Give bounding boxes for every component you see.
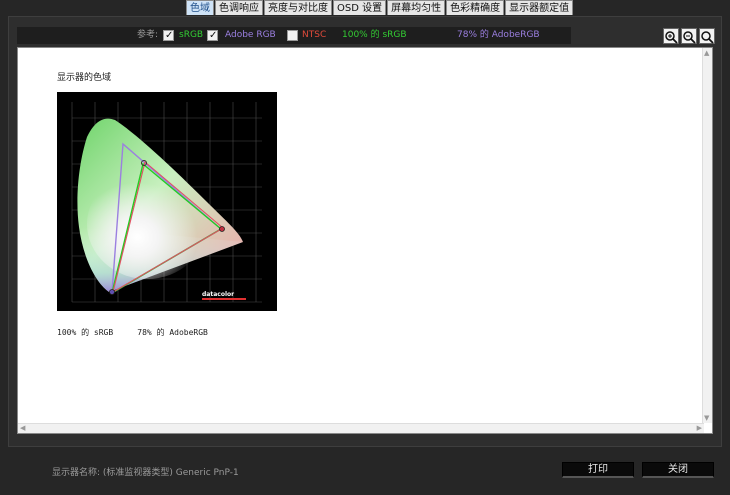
- tab-5[interactable]: 色彩精确度: [446, 0, 505, 15]
- tab-1[interactable]: 色调响应: [215, 0, 263, 15]
- adobergb-checkbox[interactable]: [207, 27, 218, 44]
- adobergb-label: Adobe RGB: [225, 30, 276, 40]
- zoom-out-icon[interactable]: [681, 28, 697, 44]
- red-primary-marker: [219, 226, 225, 232]
- gamut-window: 色域色调响应亮度与对比度OSD 设置屏幕均匀性色彩精确度显示器额定值 参考: s…: [0, 0, 730, 495]
- chart-brand-label: datacolor: [202, 291, 234, 298]
- chart-brand-bar: [202, 298, 246, 300]
- main-panel: 参考: sRGB Adobe RGB NTSC 100% 的 sRGB 78% …: [8, 16, 722, 447]
- vertical-scrollbar[interactable]: ▲ ▼: [702, 48, 712, 423]
- tab-bar: 色域 色调响应 亮度与对比度 OSD 设置 屏幕均匀性 色彩精确度 显示器额定值: [186, 0, 574, 15]
- zoom-in-icon[interactable]: [663, 28, 679, 44]
- scroll-up-icon[interactable]: ▲: [704, 49, 709, 57]
- tab-4[interactable]: 屏幕均匀性: [387, 0, 446, 15]
- print-button[interactable]: 打印: [562, 462, 634, 478]
- tab-0[interactable]: 色域: [186, 0, 214, 15]
- ntsc-label: NTSC: [302, 30, 327, 40]
- close-button[interactable]: 关闭: [642, 462, 714, 478]
- summary-srgb: 100% 的 sRGB: [57, 328, 114, 337]
- tab-2[interactable]: 亮度与对比度: [264, 0, 332, 15]
- monitor-name: 显示器名称: (标准监视器类型) Generic PnP-1: [52, 468, 239, 478]
- reference-label: 参考:: [137, 30, 159, 40]
- zoom-fit-icon[interactable]: [699, 28, 715, 44]
- reference-toolbar: 参考: sRGB Adobe RGB NTSC 100% 的 sRGB 78% …: [17, 27, 571, 44]
- blue-primary-marker: [109, 289, 115, 295]
- tab-6[interactable]: 显示器额定值: [505, 0, 574, 15]
- srgb-label: sRGB: [179, 30, 204, 40]
- srgb-coverage: 100% 的 sRGB: [342, 30, 407, 40]
- tab-3[interactable]: OSD 设置: [333, 0, 387, 15]
- horizontal-scrollbar[interactable]: ◀ ▶: [18, 423, 704, 433]
- adobergb-coverage: 78% 的 AdobeRGB: [457, 30, 540, 40]
- gamut-summary: 100% 的 sRGB 78% 的 AdobeRGB: [57, 327, 208, 338]
- scroll-down-icon[interactable]: ▼: [704, 414, 709, 422]
- section-title: 显示器的色域: [57, 73, 112, 83]
- srgb-checkbox[interactable]: [163, 27, 174, 44]
- scroll-right-icon[interactable]: ▶: [697, 424, 702, 432]
- scroll-left-icon[interactable]: ◀: [20, 424, 25, 432]
- report-content: 显示器的色域 datacolor 100% 的 sRGB 78% 的 Adobe…: [17, 47, 713, 434]
- ntsc-checkbox[interactable]: [287, 30, 298, 41]
- white-point-glow: [87, 169, 207, 279]
- gamut-diagram: datacolor: [57, 92, 277, 311]
- summary-adobergb: 78% 的 AdobeRGB: [137, 328, 208, 337]
